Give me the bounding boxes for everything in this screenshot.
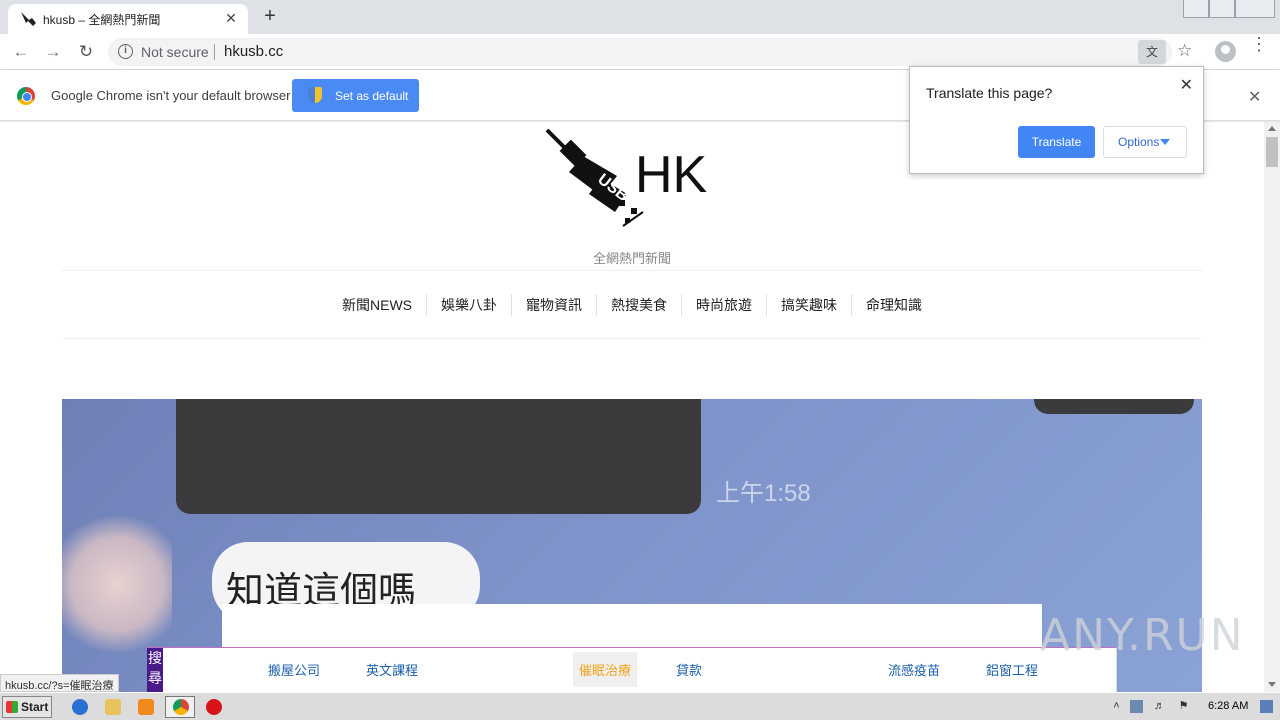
nav-item-entertainment[interactable]: 娛樂八卦 [426, 294, 511, 316]
volume-icon[interactable]: ♬ [1153, 700, 1166, 713]
web-page: USB HK 全網熱門新聞 新聞NEWS 娛樂八卦 寵物資訊 熱搜美食 時尚旅遊 搞笑趣味… [0, 122, 1264, 692]
status-bubble-url: hkusb.cc/?s=催眠治療 [0, 674, 119, 692]
back-arrow-icon[interactable]: ← [10, 42, 32, 62]
bookmark-star-icon[interactable]: ☆ [1177, 41, 1192, 61]
translate-popup: Translate this page? ✕ Translate Options [909, 66, 1204, 174]
info-icon[interactable]: i [118, 44, 133, 59]
profile-avatar-icon[interactable] [1215, 41, 1236, 62]
tag-link[interactable]: 流感疫苗 [888, 660, 940, 679]
avatar-blur [62, 509, 172, 659]
infobar-message: Google Chrome isn't your default browser [51, 88, 291, 103]
hot-tags-bar: 搜尋 搬屋公司 英文課程 催眠治療 貸款 流感疫苗 鋁窗工程 [147, 647, 1117, 692]
translate-question: Translate this page? [926, 85, 1053, 101]
tab-title: hkusb – 全網熱門新聞 [43, 13, 161, 27]
translate-button[interactable]: Translate [1018, 126, 1095, 158]
media-player-icon[interactable] [138, 699, 154, 715]
chrome-icon [173, 699, 189, 715]
translate-close-icon[interactable]: ✕ [1180, 75, 1193, 95]
chat-bubble-dark [176, 399, 701, 514]
scroll-down-icon[interactable] [1268, 682, 1276, 687]
action-center-flag-icon[interactable]: ⚑ [1177, 700, 1190, 713]
new-tab-button[interactable]: + [258, 6, 282, 28]
browser-toolbar: ← → ↻ i Not secure hkusb.cc 文 ☆ ⋮ [0, 34, 1280, 70]
set-as-default-button[interactable]: Set as default [292, 79, 419, 112]
chat-time: 上午1:58 [716, 480, 811, 507]
explorer-folder-icon[interactable] [105, 699, 121, 715]
scroll-up-icon[interactable] [1268, 126, 1276, 131]
windows-logo-icon [6, 701, 18, 713]
network-icon[interactable] [1130, 700, 1143, 713]
maximize-button[interactable] [1209, 0, 1235, 18]
url-text[interactable]: hkusb.cc [224, 43, 283, 60]
options-label: Options [1118, 135, 1160, 149]
main-nav: 新聞NEWS 娛樂八卦 寵物資訊 熱搜美食 時尚旅遊 搞笑趣味 命理知識 [0, 294, 1264, 316]
tab-strip: hkusb – 全網熱門新聞 ✕ + [0, 0, 1280, 34]
start-button[interactable]: Start [2, 696, 52, 718]
divider [62, 270, 1202, 271]
scrollbar-thumb[interactable] [1266, 137, 1278, 167]
chrome-logo-icon [17, 87, 35, 105]
warning-app-icon[interactable] [206, 699, 222, 715]
forward-arrow-icon[interactable]: → [42, 42, 64, 62]
nav-item-food[interactable]: 熱搜美食 [596, 294, 681, 316]
page-scrollbar[interactable] [1264, 122, 1280, 692]
tray-expand-icon[interactable]: ˄ [1110, 700, 1123, 713]
tag-link[interactable]: 鋁窗工程 [986, 660, 1038, 679]
reload-icon[interactable]: ↻ [75, 42, 97, 62]
window-close-button[interactable] [1235, 0, 1275, 18]
nav-item-funny[interactable]: 搞笑趣味 [766, 294, 851, 316]
options-button[interactable]: Options [1103, 126, 1187, 158]
logo-text: HK [635, 146, 708, 204]
address-bar[interactable]: i Not secure hkusb.cc 文 [108, 38, 1172, 66]
nav-item-fortune[interactable]: 命理知識 [851, 294, 936, 316]
infobar-close-icon[interactable]: ✕ [1248, 87, 1261, 107]
address-separator [214, 44, 215, 60]
anyrun-watermark: ANY.RUN [1040, 610, 1245, 661]
start-label: Start [21, 700, 49, 714]
divider [62, 338, 1202, 339]
ie-icon[interactable] [72, 699, 88, 715]
tab-close-icon[interactable]: ✕ [222, 9, 240, 27]
site-logo[interactable]: USB HK [545, 128, 720, 232]
chrome-menu-icon[interactable]: ⋮ [1250, 35, 1268, 53]
tag-link[interactable]: 英文課程 [366, 660, 418, 679]
show-desktop-icon[interactable] [1260, 700, 1273, 713]
search-label[interactable]: 搜尋 [147, 648, 163, 692]
tag-link[interactable]: 貸款 [676, 660, 702, 679]
security-label: Not secure [141, 44, 209, 60]
dropdown-caret-icon [1160, 139, 1170, 145]
clock[interactable]: 6:28 AM [1208, 700, 1248, 712]
site-tagline: 全網熱門新聞 [592, 251, 671, 266]
chat-bubble-dark [1034, 399, 1194, 414]
windows-taskbar: Start ˄ ♬ ⚑ 6:28 AM [0, 692, 1280, 720]
chrome-taskbar-button[interactable] [165, 696, 195, 718]
nav-item-pets[interactable]: 寵物資訊 [511, 294, 596, 316]
translate-icon[interactable]: 文 [1138, 40, 1166, 64]
set-as-default-label: Set as default [335, 89, 409, 103]
nav-item-news[interactable]: 新聞NEWS [328, 294, 426, 316]
browser-tab[interactable]: hkusb – 全網熱門新聞 ✕ [8, 4, 248, 34]
tag-link-active[interactable]: 催眠治療 [573, 652, 638, 687]
site-favicon-icon [21, 12, 36, 26]
uac-shield-icon [308, 87, 322, 103]
nav-item-travel[interactable]: 時尚旅遊 [681, 294, 766, 316]
usb-plug-logo-icon: USB HK [545, 128, 708, 227]
tag-link[interactable]: 搬屋公司 [268, 660, 320, 679]
minimize-button[interactable] [1183, 0, 1209, 18]
